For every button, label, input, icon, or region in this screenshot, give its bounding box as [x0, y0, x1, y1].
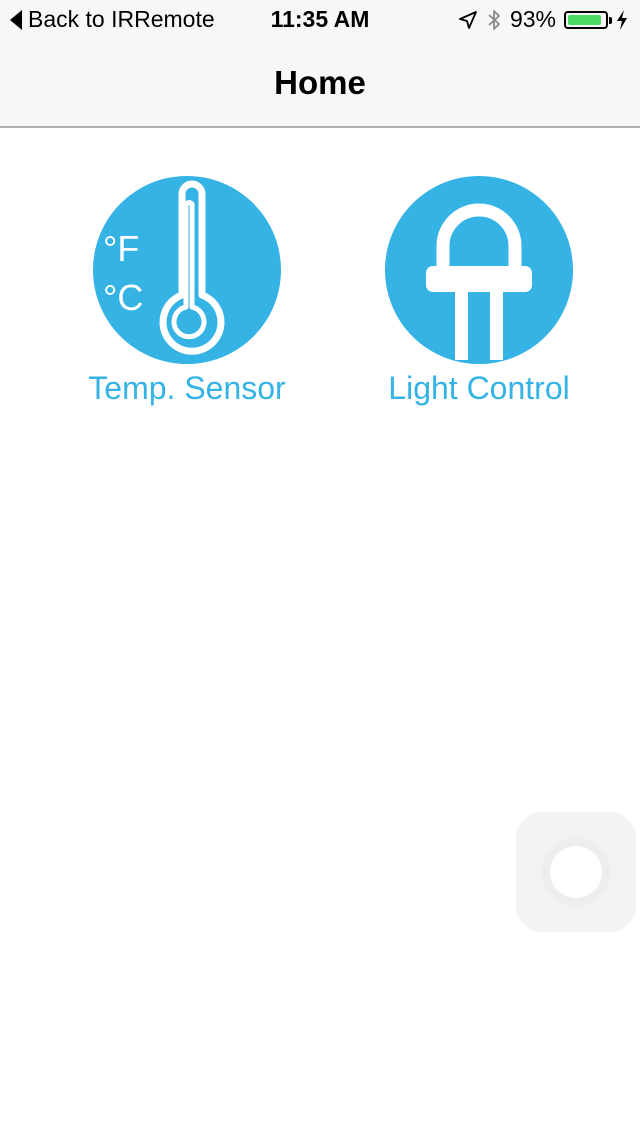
- celsius-unit-label: °C: [103, 277, 143, 318]
- battery-fill: [568, 14, 602, 25]
- temp-sensor-tile[interactable]: °F °C Temp. Sensor: [57, 176, 317, 410]
- top-bar: Back to IRRemote 11:35 AM 93% Home: [0, 0, 640, 128]
- thermometer-icon[interactable]: °F °C: [93, 176, 281, 364]
- charging-bolt-icon: [617, 9, 627, 30]
- battery-percentage: 93%: [509, 6, 556, 32]
- led-bulb-icon[interactable]: [385, 176, 573, 364]
- page-title: Home: [274, 64, 366, 101]
- temp-sensor-label[interactable]: Temp. Sensor: [57, 366, 317, 410]
- status-bar: Back to IRRemote 11:35 AM 93%: [0, 0, 640, 40]
- app-screen: Back to IRRemote 11:35 AM 93% Home °F °C…: [0, 0, 640, 1136]
- fahrenheit-unit-label: °F: [103, 228, 139, 269]
- light-control-tile[interactable]: Light Control: [349, 176, 609, 410]
- assistive-touch-dot: [550, 846, 602, 898]
- light-control-label[interactable]: Light Control: [349, 366, 609, 410]
- battery-tip: [609, 16, 612, 24]
- assistive-touch-button[interactable]: [516, 812, 636, 932]
- bluetooth-icon: [488, 9, 500, 30]
- battery-icon: [564, 10, 612, 29]
- status-right-group: 93%: [458, 6, 628, 33]
- location-icon: [459, 10, 477, 29]
